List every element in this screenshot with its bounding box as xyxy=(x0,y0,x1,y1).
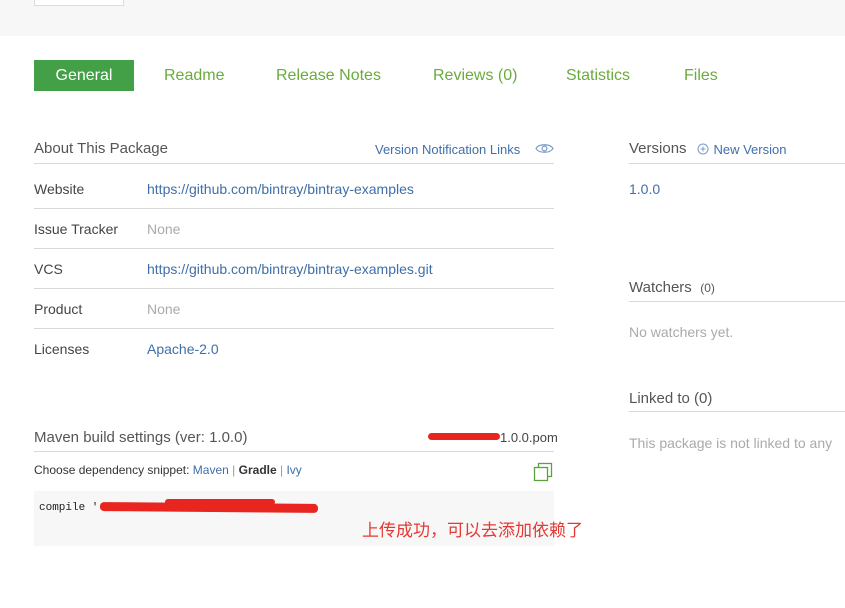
version-notification-label[interactable]: Version Notification Links xyxy=(375,142,520,157)
versions-divider xyxy=(629,163,845,164)
row-divider xyxy=(34,248,554,249)
issue-tracker-label: Issue Tracker xyxy=(34,221,119,237)
snippet-option-ivy[interactable]: Ivy xyxy=(286,463,301,477)
tab-general[interactable]: General xyxy=(34,60,134,91)
linked-divider xyxy=(629,411,845,412)
version-notification-links[interactable]: Version Notification Links xyxy=(375,141,554,159)
about-divider xyxy=(34,163,554,164)
issue-tracker-value: None xyxy=(147,221,181,237)
tab-reviews[interactable]: Reviews (0) xyxy=(433,60,517,91)
annotation-note: 上传成功，可以去添加依赖了 xyxy=(362,521,583,540)
new-version-link[interactable]: New Version xyxy=(697,141,786,160)
tab-readme[interactable]: Readme xyxy=(164,60,224,91)
watchers-divider xyxy=(629,301,845,302)
watchers-header: Watchers (0) xyxy=(629,279,715,297)
snippet-chooser: Choose dependency snippet: Maven | Gradl… xyxy=(34,463,302,477)
snippet-option-maven[interactable]: Maven xyxy=(193,463,229,477)
tab-release-notes[interactable]: Release Notes xyxy=(276,60,381,91)
versions-title: Versions xyxy=(629,140,687,157)
version-item[interactable]: 1.0.0 xyxy=(629,181,660,197)
maven-divider xyxy=(34,451,554,452)
top-button-edge[interactable] xyxy=(34,0,124,6)
watchers-title: Watchers xyxy=(629,279,692,296)
vcs-label: VCS xyxy=(34,261,63,277)
new-version-label[interactable]: New Version xyxy=(713,142,786,157)
snippet-separator: | xyxy=(232,463,236,477)
tab-files[interactable]: Files xyxy=(684,60,718,91)
linked-title: Linked to (0) xyxy=(629,390,713,407)
snippet-option-gradle[interactable]: Gradle xyxy=(239,463,277,477)
license-link[interactable]: Apache-2.0 xyxy=(147,341,219,357)
licenses-label: Licenses xyxy=(34,341,90,357)
row-divider xyxy=(34,328,554,329)
redaction-mark xyxy=(165,499,275,505)
website-label: Website xyxy=(34,181,85,197)
pom-filename[interactable]: 1.0.0.pom xyxy=(500,430,558,445)
top-strip xyxy=(0,0,845,36)
snippet-separator: | xyxy=(280,463,284,477)
row-divider xyxy=(34,208,554,209)
row-divider xyxy=(34,288,554,289)
vcs-link[interactable]: https://github.com/bintray/bintray-examp… xyxy=(147,261,433,277)
code-text: compile ' xyxy=(39,502,99,514)
product-value: None xyxy=(147,301,181,317)
eye-icon[interactable] xyxy=(535,142,554,160)
website-link[interactable]: https://github.com/bintray/bintray-examp… xyxy=(147,181,414,197)
plus-circle-icon[interactable] xyxy=(697,142,709,160)
tab-statistics[interactable]: Statistics xyxy=(566,60,630,91)
maven-title: Maven build settings (ver: 1.0.0) xyxy=(34,429,248,446)
copy-icon[interactable] xyxy=(533,462,553,487)
product-label: Product xyxy=(34,301,83,317)
watchers-count: (0) xyxy=(700,281,715,295)
linked-empty: This package is not linked to any xyxy=(629,435,833,451)
about-title: About This Package xyxy=(34,140,168,157)
watchers-empty: No watchers yet. xyxy=(629,324,734,340)
snippet-prefix: Choose dependency snippet: xyxy=(34,463,190,477)
redaction-mark xyxy=(428,433,500,440)
